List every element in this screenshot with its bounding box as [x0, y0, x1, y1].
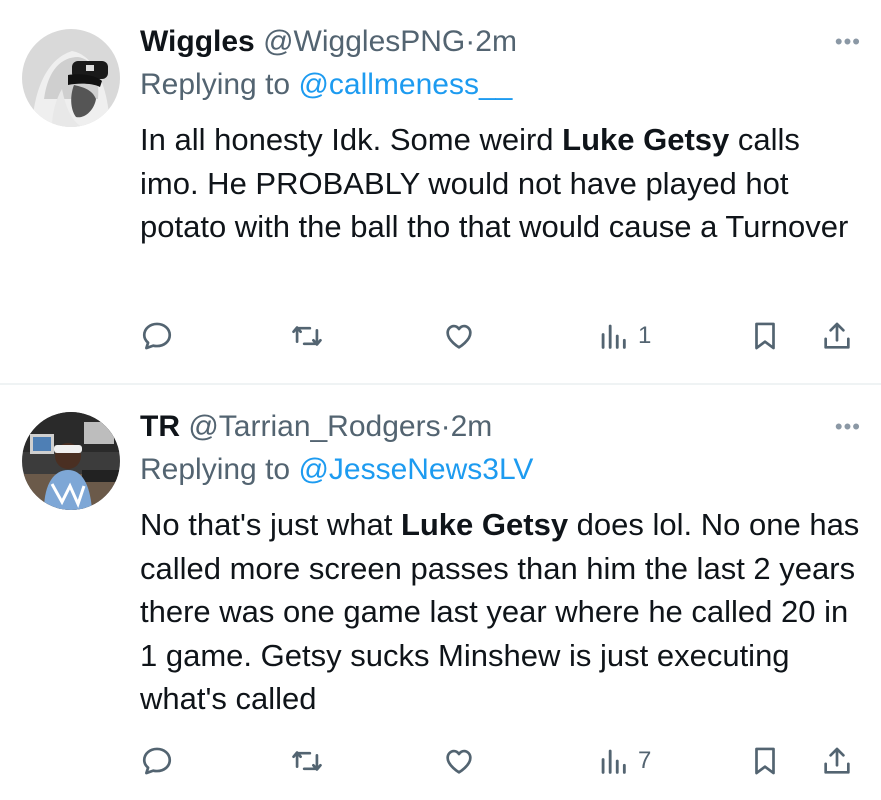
tweet-1[interactable]: Wiggles @WigglesPNG·2m ••• Replying to @…	[0, 0, 881, 384]
tweet-actions: 7	[140, 739, 861, 783]
separator-dot: ·	[440, 410, 451, 443]
views-count: 7	[638, 747, 652, 774]
user-handle[interactable]: @Tarrian_Rodgers	[188, 410, 440, 443]
avatar[interactable]	[22, 29, 120, 127]
reply-button[interactable]	[140, 739, 174, 783]
views-button[interactable]: 7	[596, 739, 651, 783]
reply-button[interactable]	[140, 314, 174, 358]
tweet-text-bold: Luke Getsy	[562, 122, 730, 157]
retweet-icon	[292, 751, 322, 771]
tweet-text-part: No that's just what	[140, 507, 401, 542]
bookmark-icon	[755, 322, 775, 350]
tweet-header: Wiggles @WigglesPNG·2m •••	[140, 22, 861, 62]
share-button[interactable]	[820, 739, 854, 783]
replying-to-label: Replying to	[140, 68, 299, 101]
reply-icon	[142, 747, 172, 775]
tweet-actions: 1	[140, 314, 861, 358]
like-button[interactable]	[442, 314, 476, 358]
replying-to: Replying to @callmeness__	[140, 65, 861, 105]
retweet-button[interactable]	[290, 739, 324, 783]
views-icon	[601, 749, 626, 774]
bookmark-button[interactable]	[748, 739, 782, 783]
bookmark-button[interactable]	[748, 314, 782, 358]
timestamp[interactable]: 2m	[451, 410, 493, 443]
reply-icon	[142, 322, 172, 350]
replying-to-handle[interactable]: @callmeness__	[298, 68, 512, 101]
display-name[interactable]: Wiggles	[140, 25, 255, 58]
views-icon	[601, 324, 626, 349]
share-icon	[824, 322, 850, 349]
bookmark-icon	[755, 747, 775, 775]
tweet-body: Wiggles @WigglesPNG·2m ••• Replying to @…	[140, 22, 861, 249]
timestamp[interactable]: 2m	[475, 25, 517, 58]
avatar-image	[22, 29, 120, 127]
like-button[interactable]	[442, 739, 476, 783]
avatar-image	[22, 412, 120, 510]
views-button[interactable]: 1	[596, 314, 651, 358]
replying-to-handle[interactable]: @JesseNews3LV	[298, 453, 533, 486]
tweet-text-bold: Luke Getsy	[400, 507, 569, 542]
retweet-icon	[292, 326, 322, 346]
share-icon	[824, 747, 850, 774]
separator-dot: ·	[465, 25, 476, 58]
replying-to-label: Replying to	[140, 453, 299, 486]
display-name[interactable]: TR	[140, 410, 180, 443]
replying-to: Replying to @JesseNews3LV	[140, 450, 861, 490]
more-options-icon[interactable]: •••	[835, 22, 861, 62]
tweet-header: TR @Tarrian_Rodgers·2m •••	[140, 407, 861, 447]
tweet-text-part: In all honesty Idk. Some weird	[140, 122, 563, 157]
like-icon	[446, 324, 472, 349]
retweet-button[interactable]	[290, 314, 324, 358]
views-count: 1	[638, 322, 652, 349]
more-options-icon[interactable]: •••	[835, 407, 861, 447]
tweet-text: No that's just what Luke Getsy does lol.…	[140, 503, 861, 721]
tweet-2[interactable]: TR @Tarrian_Rodgers·2m ••• Replying to @…	[0, 385, 881, 800]
avatar[interactable]	[22, 412, 120, 510]
like-icon	[446, 749, 472, 774]
tweet-body: TR @Tarrian_Rodgers·2m ••• Replying to @…	[140, 407, 861, 721]
share-button[interactable]	[820, 314, 854, 358]
user-handle[interactable]: @WigglesPNG	[263, 25, 465, 58]
tweet-text: In all honesty Idk. Some weird Luke Gets…	[140, 118, 861, 249]
